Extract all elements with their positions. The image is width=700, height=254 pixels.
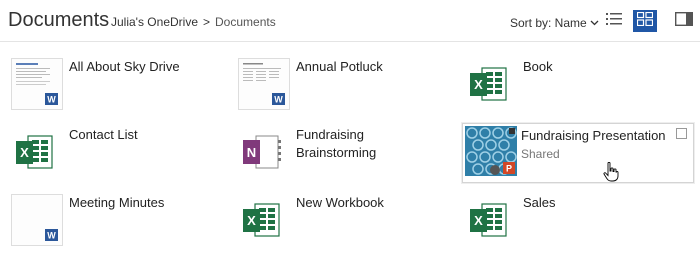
- file-name: Annual Potluck: [296, 59, 383, 74]
- breadcrumb-current: Documents: [215, 15, 276, 29]
- svg-text:W: W: [47, 231, 56, 241]
- excel-icon: X: [465, 194, 517, 246]
- svg-text:W: W: [274, 95, 283, 105]
- file-name: All About Sky Drive: [69, 59, 180, 74]
- file-name: Sales: [523, 195, 556, 210]
- details-pane-icon: [674, 11, 694, 31]
- header-bar: Documents Julia's OneDrive > Documents S…: [0, 0, 700, 42]
- word-document-thumbnail: W: [11, 58, 63, 110]
- select-checkbox[interactable]: [676, 128, 687, 139]
- details-pane-button[interactable]: [672, 10, 696, 32]
- file-name: Contact List: [69, 127, 138, 142]
- excel-icon: X: [238, 194, 290, 246]
- file-tile[interactable]: X New Workbook: [238, 194, 456, 254]
- tiles-view-button[interactable]: [633, 10, 657, 32]
- file-name: Book: [523, 59, 553, 74]
- sort-label: Sort by: Name: [510, 16, 587, 30]
- breadcrumb-onedrive-link[interactable]: Julia's OneDrive: [111, 15, 198, 29]
- tiles-view-icon: [636, 11, 654, 31]
- file-tile[interactable]: W All About Sky Drive: [11, 58, 229, 118]
- chevron-down-icon: [590, 18, 599, 28]
- hand-cursor-icon: [603, 161, 619, 182]
- file-name: Meeting Minutes: [69, 195, 165, 210]
- svg-text:W: W: [47, 95, 56, 105]
- page-title: Documents: [8, 9, 110, 31]
- file-name: Fundraising Brainstorming: [296, 127, 377, 160]
- svg-text:X: X: [20, 145, 29, 160]
- excel-icon: X: [465, 58, 517, 110]
- list-view-icon: [606, 12, 622, 31]
- breadcrumb-separator: >: [203, 15, 211, 29]
- file-tile[interactable]: W Annual Potluck: [238, 58, 456, 118]
- word-document-thumbnail: W: [238, 58, 290, 110]
- file-tile[interactable]: X Sales: [465, 194, 683, 254]
- file-tile[interactable]: N Fundraising Brainstorming: [238, 126, 456, 186]
- svg-text:X: X: [474, 213, 483, 228]
- svg-text:P: P: [506, 164, 512, 174]
- shared-status: Shared: [521, 147, 560, 161]
- svg-text:X: X: [247, 213, 256, 228]
- file-tile[interactable]: W Meeting Minutes: [11, 194, 229, 254]
- breadcrumb: Julia's OneDrive > Documents: [111, 15, 276, 29]
- file-name: Fundraising Presentation: [521, 128, 666, 143]
- svg-text:N: N: [247, 145, 256, 160]
- file-tile[interactable]: X Contact List: [11, 126, 229, 186]
- file-tile[interactable]: X Book: [465, 58, 683, 118]
- file-name: New Workbook: [296, 195, 384, 210]
- onedrive-documents-view: Documents Julia's OneDrive > Documents S…: [0, 0, 700, 254]
- file-tile-selected[interactable]: P Fundraising Presentation Shared: [462, 123, 694, 183]
- excel-icon: X: [11, 126, 63, 178]
- svg-text:X: X: [474, 77, 483, 92]
- list-view-button[interactable]: [602, 10, 626, 32]
- onenote-icon: N: [238, 126, 290, 178]
- word-document-thumbnail: W: [11, 194, 63, 246]
- sort-dropdown[interactable]: Sort by: Name: [510, 16, 599, 30]
- powerpoint-thumbnail: P: [465, 126, 517, 176]
